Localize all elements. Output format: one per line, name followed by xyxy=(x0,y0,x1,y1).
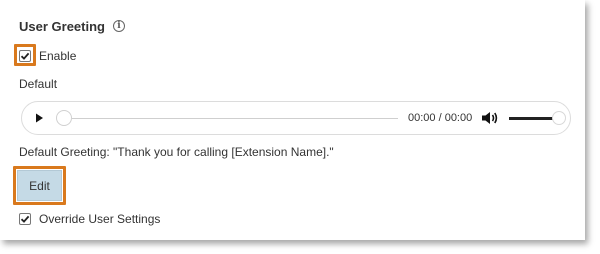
enable-row: Enable xyxy=(14,44,77,66)
volume-icon[interactable] xyxy=(481,110,499,126)
user-greeting-panel: User Greeting i Enable Default 00:00 / 0… xyxy=(0,0,585,240)
enable-highlight-box xyxy=(14,44,36,66)
section-title: User Greeting xyxy=(19,18,105,34)
volume-knob[interactable] xyxy=(552,111,566,125)
progress-track[interactable] xyxy=(72,118,398,119)
override-label: Override User Settings xyxy=(39,212,161,226)
play-icon[interactable] xyxy=(32,111,46,125)
volume-bar[interactable] xyxy=(509,117,553,120)
time-display: 00:00 / 00:00 xyxy=(408,112,473,124)
enable-label: Enable xyxy=(39,49,77,63)
default-greeting-text: Default Greeting: "Thank you for calling… xyxy=(19,145,334,159)
progress-knob[interactable] xyxy=(56,110,72,126)
edit-button[interactable]: Edit xyxy=(17,170,62,201)
audio-player: 00:00 / 00:00 xyxy=(21,101,571,135)
override-checkbox[interactable] xyxy=(19,213,31,225)
section-header: User Greeting i xyxy=(19,17,125,35)
default-label: Default xyxy=(19,77,58,91)
checkmark-icon xyxy=(20,215,30,223)
info-icon[interactable]: i xyxy=(112,20,125,32)
override-row: Override User Settings xyxy=(19,212,160,226)
